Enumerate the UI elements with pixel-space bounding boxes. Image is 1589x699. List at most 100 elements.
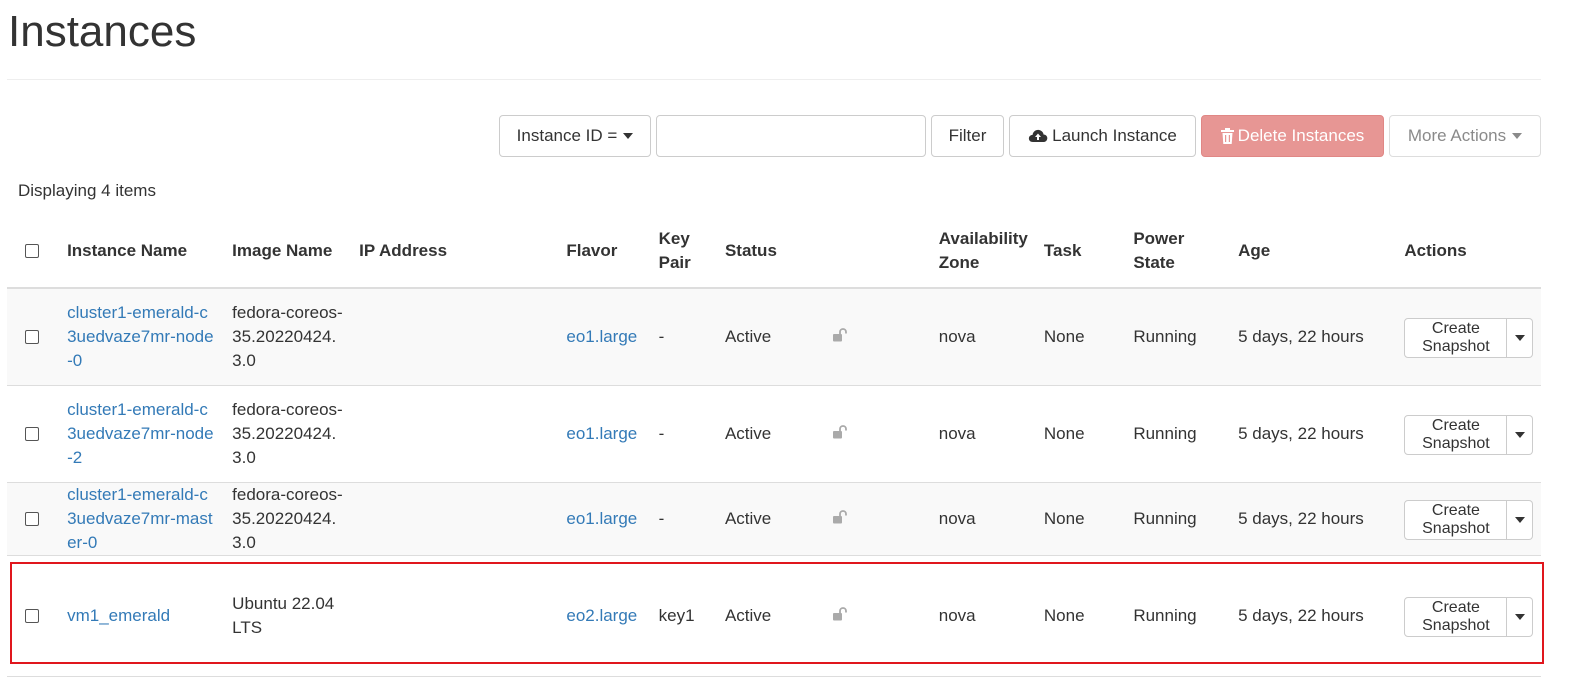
row-checkbox[interactable] bbox=[25, 427, 39, 442]
more-actions-label: More Actions bbox=[1407, 126, 1507, 145]
task-cell: None bbox=[1035, 481, 1126, 555]
delete-instances-button[interactable]: Delete Instances bbox=[1201, 115, 1384, 157]
ip-address-cell bbox=[351, 481, 559, 555]
image-name-cell: fedora-coreos-35.20220424.3.0 bbox=[224, 481, 352, 555]
ip-address-cell bbox=[351, 384, 559, 482]
filter-field-label: Instance ID = bbox=[516, 126, 618, 145]
age-cell: 5 days, 22 hours bbox=[1230, 384, 1397, 482]
column-header[interactable]: IP Address bbox=[351, 214, 559, 289]
filter-button-label: Filter bbox=[948, 126, 987, 145]
table-header-row: Instance Name Image Name IP Address Flav… bbox=[7, 214, 1541, 289]
status-cell: Active bbox=[716, 481, 824, 555]
key-pair-cell: - bbox=[650, 384, 717, 482]
unlocked-padlock-icon bbox=[831, 507, 849, 531]
row-actions: Create Snapshot bbox=[1404, 317, 1533, 358]
availability-zone-cell: nova bbox=[930, 481, 1036, 555]
cloud-upload-icon bbox=[1028, 128, 1048, 144]
row-checkbox[interactable] bbox=[25, 609, 39, 624]
column-header[interactable]: Power State bbox=[1125, 214, 1231, 289]
row-actions-dropdown-toggle[interactable] bbox=[1507, 414, 1533, 455]
table-row: vm1_emerald Ubuntu 22.04 LTS eo2.large key1… bbox=[7, 554, 1541, 677]
power-state-cell: Running bbox=[1125, 481, 1231, 555]
unlocked-padlock-icon bbox=[831, 422, 849, 446]
age-cell: 5 days, 22 hours bbox=[1230, 481, 1397, 555]
task-cell: None bbox=[1035, 384, 1126, 482]
caret-down-icon bbox=[623, 133, 634, 139]
caret-down-icon bbox=[1514, 613, 1525, 620]
unlocked-padlock-icon bbox=[831, 604, 849, 628]
unlocked-padlock-icon bbox=[831, 325, 849, 349]
row-actions-dropdown-toggle[interactable] bbox=[1507, 596, 1533, 637]
caret-down-icon bbox=[1514, 334, 1525, 341]
caret-down-icon bbox=[1514, 516, 1525, 523]
trash-icon bbox=[1220, 128, 1234, 144]
column-header[interactable]: Flavor bbox=[558, 214, 651, 289]
table-toolbar: Instance ID = Filter Launch Instance Del… bbox=[499, 115, 1541, 157]
page-title: Instances bbox=[8, 7, 197, 56]
key-pair-cell: key1 bbox=[650, 554, 717, 677]
image-name-cell: Ubuntu 22.04 LTS bbox=[224, 554, 352, 677]
instance-name-link[interactable]: cluster1-emerald-c3uedvaze7mr-node-2 bbox=[67, 400, 213, 467]
column-header[interactable]: Status bbox=[716, 214, 824, 289]
create-snapshot-button[interactable]: Create Snapshot bbox=[1404, 499, 1508, 540]
caret-down-icon bbox=[1512, 133, 1523, 139]
row-actions: Create Snapshot bbox=[1404, 499, 1533, 540]
filter-button[interactable]: Filter bbox=[931, 115, 1004, 157]
row-actions-dropdown-toggle[interactable] bbox=[1507, 499, 1533, 540]
power-state-cell: Running bbox=[1125, 384, 1231, 482]
items-count: Displaying 4 items bbox=[18, 181, 156, 200]
column-header[interactable]: Task bbox=[1035, 214, 1126, 289]
launch-instance-button[interactable]: Launch Instance bbox=[1009, 115, 1196, 157]
instance-name-link[interactable]: cluster1-emerald-c3uedvaze7mr-master-0 bbox=[67, 485, 213, 552]
flavor-link[interactable]: eo2.large bbox=[566, 606, 637, 625]
filter-search-input[interactable] bbox=[656, 115, 926, 157]
row-actions: Create Snapshot bbox=[1404, 414, 1533, 455]
status-cell: Active bbox=[716, 384, 824, 482]
table-row: cluster1-emerald-c3uedvaze7mr-master-0 fe… bbox=[7, 481, 1541, 555]
column-header[interactable]: Age bbox=[1230, 214, 1397, 289]
column-header[interactable]: Image Name bbox=[224, 214, 352, 289]
title-divider bbox=[7, 79, 1541, 80]
image-name-cell: fedora-coreos-35.20220424.3.0 bbox=[224, 384, 352, 482]
create-snapshot-button[interactable]: Create Snapshot bbox=[1404, 414, 1508, 455]
create-snapshot-button[interactable]: Create Snapshot bbox=[1404, 317, 1508, 358]
more-actions-dropdown[interactable]: More Actions bbox=[1389, 115, 1541, 157]
power-state-cell: Running bbox=[1125, 287, 1231, 385]
table-row: cluster1-emerald-c3uedvaze7mr-node-2 fedo… bbox=[7, 384, 1541, 482]
age-cell: 5 days, 22 hours bbox=[1230, 287, 1397, 385]
image-name-cell: fedora-coreos-35.20220424.3.0 bbox=[224, 287, 352, 385]
column-header[interactable]: Key Pair bbox=[650, 214, 717, 289]
power-state-cell: Running bbox=[1125, 554, 1231, 677]
flavor-link[interactable]: eo1.large bbox=[566, 509, 637, 528]
flavor-link[interactable]: eo1.large bbox=[566, 424, 637, 443]
availability-zone-cell: nova bbox=[930, 384, 1036, 482]
availability-zone-cell: nova bbox=[930, 287, 1036, 385]
column-header[interactable]: Availability Zone bbox=[930, 214, 1036, 289]
instances-table: Instance Name Image Name IP Address Flav… bbox=[7, 214, 1541, 677]
ip-address-cell bbox=[351, 554, 559, 677]
delete-instances-label: Delete Instances bbox=[1237, 126, 1365, 145]
table-row: cluster1-emerald-c3uedvaze7mr-node-0 fedo… bbox=[7, 287, 1541, 385]
availability-zone-cell: nova bbox=[930, 554, 1036, 677]
select-all-checkbox[interactable] bbox=[25, 244, 39, 259]
column-header: Actions bbox=[1396, 214, 1541, 289]
key-pair-cell: - bbox=[650, 287, 717, 385]
row-actions: Create Snapshot bbox=[1404, 596, 1533, 637]
row-checkbox[interactable] bbox=[25, 512, 39, 527]
instance-name-link[interactable]: vm1_emerald bbox=[67, 606, 170, 625]
filter-field-dropdown[interactable]: Instance ID = bbox=[499, 115, 651, 157]
instance-name-link[interactable]: cluster1-emerald-c3uedvaze7mr-node-0 bbox=[67, 303, 213, 370]
age-cell: 5 days, 22 hours bbox=[1230, 554, 1397, 677]
task-cell: None bbox=[1035, 287, 1126, 385]
create-snapshot-button[interactable]: Create Snapshot bbox=[1404, 596, 1508, 637]
row-actions-dropdown-toggle[interactable] bbox=[1507, 317, 1533, 358]
task-cell: None bbox=[1035, 554, 1126, 677]
launch-instance-label: Launch Instance bbox=[1052, 126, 1177, 145]
status-cell: Active bbox=[716, 287, 824, 385]
row-checkbox[interactable] bbox=[25, 330, 39, 345]
column-header[interactable]: Instance Name bbox=[59, 214, 225, 289]
key-pair-cell: - bbox=[650, 481, 717, 555]
flavor-link[interactable]: eo1.large bbox=[566, 327, 637, 346]
ip-address-cell bbox=[351, 287, 559, 385]
caret-down-icon bbox=[1514, 431, 1525, 438]
